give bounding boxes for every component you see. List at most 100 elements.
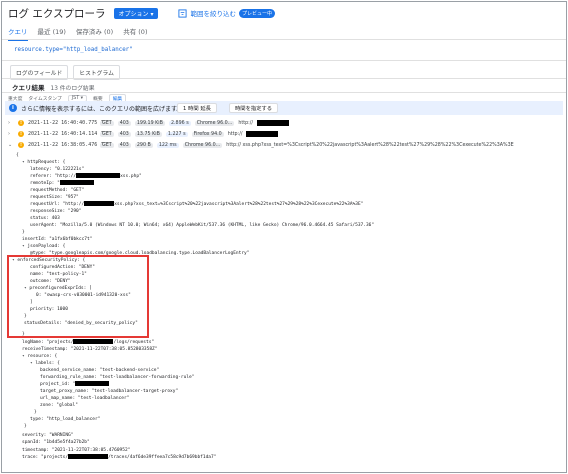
row-status: 403 bbox=[117, 120, 131, 126]
row-size: 199.19 KiB bbox=[134, 120, 165, 126]
json-line: requestMethod: "GET" bbox=[30, 188, 85, 193]
row-timestamp: 2021-11-22 16:38:05.476 JST bbox=[28, 142, 110, 148]
results-title: クエリ結果 bbox=[12, 84, 45, 92]
json-line: responseSize: "290" bbox=[30, 209, 82, 214]
json-line: remoteIp: " bbox=[30, 180, 94, 187]
json-line[interactable]: ▾ httpRequest: { bbox=[22, 159, 65, 166]
row-method: GET bbox=[100, 142, 114, 148]
divider bbox=[2, 39, 566, 40]
warning-icon: ! bbox=[18, 120, 24, 126]
row-browser: Chrome 96.0... bbox=[194, 120, 235, 126]
json-line: timestamp: "2021-11-22T07:38:05.4760952" bbox=[22, 448, 131, 453]
redacted-box bbox=[73, 339, 114, 344]
json-line: project_id: " bbox=[40, 381, 110, 388]
page-title: ログ エクスプローラ bbox=[8, 7, 106, 20]
json-key: resource: { bbox=[27, 354, 58, 359]
row-latency: 122 ms bbox=[156, 142, 179, 148]
json-key: jsonPayload: { bbox=[27, 244, 66, 249]
log-explorer-window: ログ エクスプローラ オプション ▾ 範囲を絞り込む プレビュー中 クエリ 最近… bbox=[1, 1, 567, 473]
json-text: remoteIp: " bbox=[30, 181, 60, 186]
preview-badge: プレビュー中 bbox=[238, 8, 275, 18]
log-fields-label: ログのフィールド bbox=[16, 71, 63, 77]
json-line: { bbox=[16, 153, 19, 158]
options-button[interactable]: オプション ▾ bbox=[113, 7, 159, 19]
json-text: /logs/requests" bbox=[113, 340, 155, 345]
json-line: referer: "http:// xss.php" bbox=[30, 173, 142, 180]
json-text: logName: "projects/ bbox=[22, 340, 74, 345]
header: ログ エクスプローラ オプション ▾ 範囲を絞り込む プレビュー中 bbox=[8, 5, 275, 21]
specify-time-button[interactable]: 時間を指定する bbox=[229, 103, 279, 113]
row-url: http:// bbox=[238, 120, 254, 126]
info-icon: i bbox=[9, 104, 17, 112]
warning-icon: ! bbox=[18, 131, 24, 137]
row-size: 290 B bbox=[134, 142, 153, 148]
divider bbox=[2, 60, 566, 61]
row-browser: Firefox 94.0 bbox=[191, 131, 224, 137]
row-timestamp: 2021-11-22 16:40:14.114 JST bbox=[28, 131, 110, 137]
json-line[interactable]: ▾ resource: { bbox=[22, 353, 57, 360]
row-url: http:// bbox=[227, 131, 243, 137]
row-latency: 1.227 s bbox=[165, 131, 188, 137]
histogram-label: ヒストグラム bbox=[79, 71, 114, 77]
json-line: zone: "global" bbox=[40, 403, 78, 408]
json-text: trace: "projects/ bbox=[22, 455, 69, 460]
results-count: 13 件のログ結果 bbox=[50, 85, 95, 92]
divider bbox=[2, 92, 566, 93]
json-line: spanId: "1b4d5e5f4a27b2b" bbox=[22, 440, 90, 445]
row-url: http:// xss.php?xss_text=%3Cscript%20%22… bbox=[226, 142, 514, 148]
expand-icon[interactable]: › bbox=[8, 120, 14, 126]
json-line[interactable]: ▾ labels: { bbox=[30, 360, 60, 367]
json-line: forwarding_rule_name: "test-loadbalancer… bbox=[40, 375, 195, 380]
redacted-box bbox=[257, 120, 290, 126]
redacted-box bbox=[68, 454, 109, 459]
json-line: severity: "WARNING" bbox=[22, 433, 74, 438]
table-row[interactable]: › ! 2021-11-22 16:40:40.775 JST GET 403 … bbox=[8, 118, 564, 128]
redacted-box bbox=[75, 381, 110, 386]
row-browser: Chrome 96.0... bbox=[182, 142, 223, 148]
row-latency: 2.896 s bbox=[168, 120, 191, 126]
json-key: httpRequest: { bbox=[27, 160, 66, 165]
json-line: } bbox=[22, 230, 25, 235]
row-method: GET bbox=[100, 131, 114, 137]
refine-scope-label: 範囲を絞り込む bbox=[190, 10, 236, 18]
json-line: insertId: "a1fx6bf0bkcc7t" bbox=[22, 237, 93, 242]
json-line: requestSize: "957" bbox=[30, 195, 79, 200]
warning-icon: ! bbox=[18, 142, 24, 148]
redacted-box bbox=[59, 180, 94, 185]
filter-icon bbox=[178, 8, 188, 18]
row-size: 13.75 KiB bbox=[134, 131, 162, 137]
extend-time-button[interactable]: 1 時間 延長 bbox=[177, 103, 217, 113]
row-status: 403 bbox=[117, 131, 131, 137]
json-line: status: 403 bbox=[30, 216, 60, 221]
refine-scope-link[interactable]: 範囲を絞り込む プレビュー中 bbox=[178, 8, 275, 18]
json-line: userAgent: "Mozilla/5.0 (Windows NT 10.0… bbox=[30, 223, 375, 228]
json-line: requestUrl: "http:// xss.php?xss_text=%3C… bbox=[30, 201, 363, 208]
redacted-box bbox=[76, 173, 121, 178]
expand-icon[interactable]: › bbox=[8, 131, 14, 137]
json-text: project_id: " bbox=[40, 382, 76, 387]
json-text: xss.php?xss_text=%3Cscript%20%22javascri… bbox=[114, 202, 364, 207]
table-row[interactable]: ⌄ ! 2021-11-22 16:38:05.476 JST GET 403 … bbox=[8, 140, 564, 150]
json-line: type: "http_load_balancer" bbox=[30, 417, 101, 422]
table-row[interactable]: › ! 2021-11-22 16:40:14.114 JST GET 403 … bbox=[8, 129, 564, 139]
json-line: trace: "projects/ /traces/4af6de39ffeea7c… bbox=[22, 454, 216, 461]
row-status: 403 bbox=[117, 142, 131, 148]
json-line: backend_service_name: "test-backend-serv… bbox=[40, 368, 160, 373]
json-text: /traces/4af6de39ffeea7c58c9d7b69bbf1da7" bbox=[108, 455, 217, 460]
json-key: labels: { bbox=[35, 361, 60, 366]
collapse-icon[interactable]: ⌄ bbox=[8, 142, 14, 148]
json-line: url_map_name: "test-loadbalancer" bbox=[40, 396, 130, 401]
highlight-box bbox=[7, 255, 149, 338]
row-timestamp: 2021-11-22 16:40:40.775 JST bbox=[28, 120, 110, 126]
json-line: logName: "projects/ /logs/requests" bbox=[22, 339, 154, 346]
divider bbox=[2, 78, 566, 79]
json-text: referer: "http:// bbox=[30, 174, 77, 179]
json-line: } bbox=[24, 424, 27, 429]
redacted-box bbox=[84, 201, 115, 206]
json-text: requestUrl: "http:// bbox=[30, 202, 85, 207]
json-line: latency: "0.122221s" bbox=[30, 167, 85, 172]
json-line[interactable]: ▾ jsonPayload: { bbox=[22, 243, 65, 250]
query-editor[interactable]: resource.type="http_load_balancer" bbox=[14, 47, 133, 53]
results-bar: クエリ結果 13 件のログ結果 bbox=[12, 82, 95, 92]
json-line: receiveTimestamp: "2021-11-22T07:38:05.8… bbox=[22, 347, 158, 352]
